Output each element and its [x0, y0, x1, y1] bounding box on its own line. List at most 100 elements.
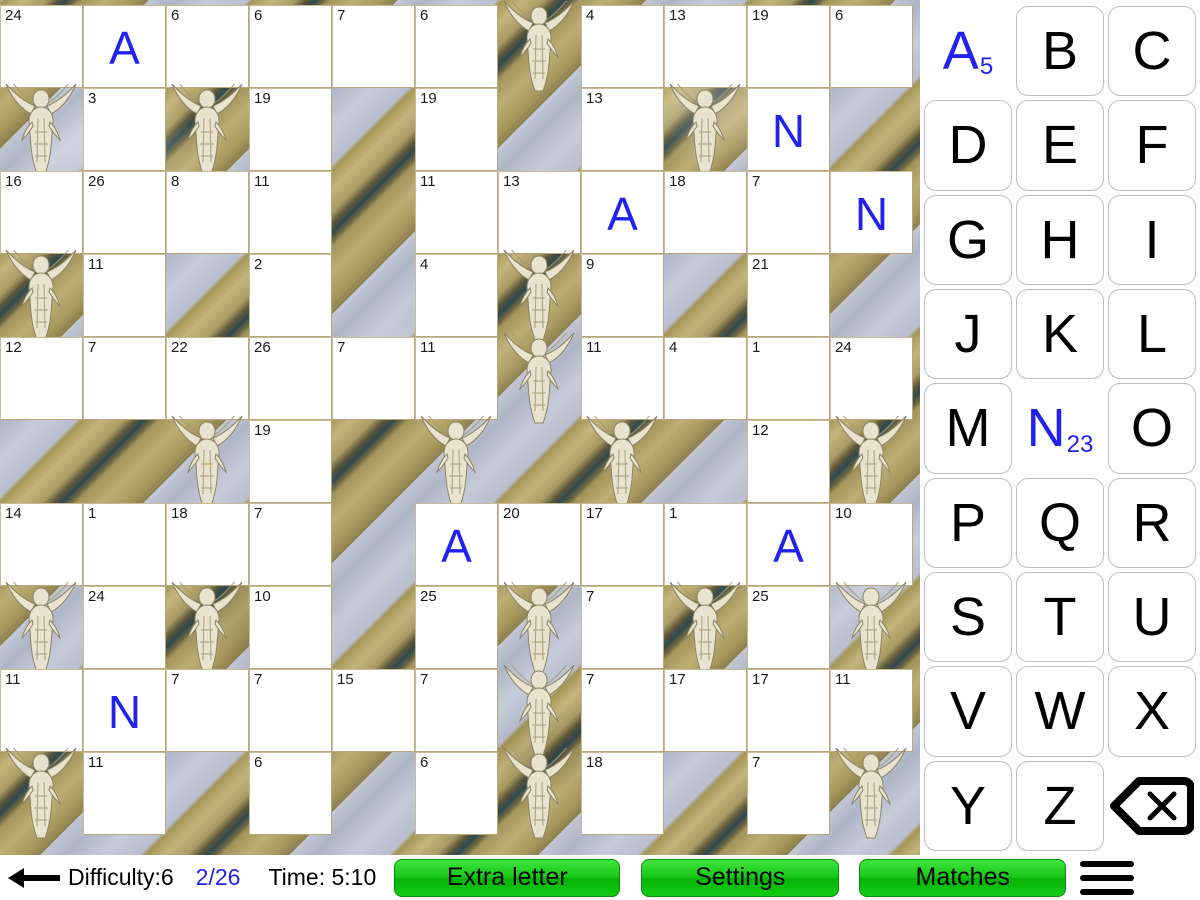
grid-cell[interactable]: 22 — [166, 337, 249, 420]
matches-button[interactable]: Matches — [859, 858, 1067, 897]
key-s[interactable]: S — [924, 572, 1012, 663]
grid-cell[interactable]: 15 — [332, 669, 415, 752]
settings-button[interactable]: Settings — [641, 858, 840, 897]
key-i[interactable]: I — [1108, 194, 1196, 285]
grid-cell[interactable]: 1 — [664, 503, 747, 586]
grid-cell[interactable]: N — [83, 669, 166, 752]
key-h[interactable]: H — [1016, 194, 1104, 285]
grid-cell[interactable]: 25 — [747, 586, 830, 669]
key-z[interactable]: Z — [1016, 760, 1104, 851]
grid-cell[interactable]: A — [581, 171, 664, 254]
grid-cell[interactable]: 7 — [415, 669, 498, 752]
grid-cell[interactable]: 6 — [830, 5, 913, 88]
grid-cell[interactable]: 11 — [0, 669, 83, 752]
key-w[interactable]: W — [1016, 666, 1104, 757]
key-o[interactable]: O — [1108, 383, 1196, 474]
key-t[interactable]: T — [1016, 572, 1104, 663]
grid-cell[interactable]: 11 — [249, 171, 332, 254]
grid-cell[interactable]: 19 — [249, 420, 332, 503]
grid-cell[interactable]: 11 — [415, 337, 498, 420]
grid-cell[interactable]: N — [830, 171, 913, 254]
letter-keyboard[interactable]: A 5 B C D E F G H I J K L M N 23 O P Q R S T U V W X Y Z — [920, 0, 1200, 855]
grid-cell[interactable]: 17 — [747, 669, 830, 752]
grid-cell[interactable]: 7 — [83, 337, 166, 420]
grid-cell[interactable]: 17 — [664, 669, 747, 752]
grid-cell[interactable]: A — [415, 503, 498, 586]
grid-cell[interactable]: 13 — [498, 171, 581, 254]
grid-cell[interactable]: 14 — [0, 503, 83, 586]
grid-cell[interactable]: 4 — [664, 337, 747, 420]
grid-cell[interactable]: 11 — [581, 337, 664, 420]
key-c[interactable]: C — [1108, 6, 1196, 97]
grid-cell[interactable]: 10 — [830, 503, 913, 586]
grid-cell[interactable]: 7 — [747, 752, 830, 835]
grid-cell[interactable]: 7 — [332, 5, 415, 88]
key-m[interactable]: M — [924, 383, 1012, 474]
grid-cell[interactable]: 18 — [581, 752, 664, 835]
key-a[interactable]: A5 — [924, 6, 1012, 97]
grid-cell[interactable]: 18 — [166, 503, 249, 586]
grid-cell[interactable]: 7 — [166, 669, 249, 752]
key-k[interactable]: K — [1016, 289, 1104, 380]
grid-cell[interactable]: 4 — [415, 254, 498, 337]
key-u[interactable]: U — [1108, 572, 1196, 663]
grid-cell[interactable]: 11 — [83, 752, 166, 835]
key-j[interactable]: J — [924, 289, 1012, 380]
key-y[interactable]: Y — [924, 760, 1012, 851]
grid-cell[interactable]: 1 — [83, 503, 166, 586]
key-x[interactable]: X — [1108, 666, 1196, 757]
grid-cell[interactable]: 6 — [415, 5, 498, 88]
grid-cell[interactable]: 12 — [747, 420, 830, 503]
key-r[interactable]: R — [1108, 477, 1196, 568]
grid-cell[interactable]: 2 — [249, 254, 332, 337]
grid-cell[interactable]: 24 — [830, 337, 913, 420]
grid-cell[interactable]: A — [747, 503, 830, 586]
puzzle-grid[interactable]: 24 A 6 6 7 6 4 13 19 6 3 19 19 13 N 16 26 8 11 11 13 A 18 7 N 11 2… — [0, 1, 920, 839]
extra-letter-button[interactable]: Extra letter — [394, 858, 621, 897]
grid-cell[interactable]: 4 — [581, 5, 664, 88]
grid-cell[interactable]: 13 — [581, 88, 664, 171]
grid-cell[interactable]: 6 — [166, 5, 249, 88]
grid-cell[interactable]: 21 — [747, 254, 830, 337]
grid-cell[interactable]: 19 — [249, 88, 332, 171]
key-n[interactable]: N 23 — [1016, 383, 1104, 474]
grid-cell[interactable]: 19 — [747, 5, 830, 88]
grid-cell[interactable]: 11 — [830, 669, 913, 752]
grid-cell[interactable]: 17 — [581, 503, 664, 586]
back-arrow-icon[interactable] — [6, 865, 62, 891]
key-b[interactable]: B — [1016, 6, 1104, 97]
grid-cell[interactable]: 26 — [249, 337, 332, 420]
grid-cell[interactable]: 7 — [581, 586, 664, 669]
grid-cell[interactable]: 26 — [83, 171, 166, 254]
grid-cell[interactable]: 11 — [83, 254, 166, 337]
grid-cell[interactable]: 6 — [249, 752, 332, 835]
grid-cell[interactable]: 7 — [747, 171, 830, 254]
grid-cell[interactable]: 10 — [249, 586, 332, 669]
key-d[interactable]: D — [924, 100, 1012, 191]
grid-cell[interactable]: 19 — [415, 88, 498, 171]
grid-cell[interactable]: 9 — [581, 254, 664, 337]
key-v[interactable]: V — [924, 666, 1012, 757]
key-g[interactable]: G — [924, 194, 1012, 285]
grid-cell[interactable]: 12 — [0, 337, 83, 420]
key-e[interactable]: E — [1016, 100, 1104, 191]
grid-cell[interactable]: 18 — [664, 171, 747, 254]
grid-cell[interactable]: 6 — [415, 752, 498, 835]
grid-cell[interactable]: 24 — [0, 5, 83, 88]
grid-cell[interactable]: 6 — [249, 5, 332, 88]
backspace-key[interactable] — [1108, 760, 1196, 851]
grid-cell[interactable]: 24 — [83, 586, 166, 669]
grid-cell[interactable]: 7 — [249, 503, 332, 586]
key-f[interactable]: F — [1108, 100, 1196, 191]
grid-cell[interactable]: 7 — [332, 337, 415, 420]
grid-cell[interactable]: 20 — [498, 503, 581, 586]
grid-cell[interactable]: A — [83, 5, 166, 88]
grid-cell[interactable]: 7 — [249, 669, 332, 752]
hamburger-menu-icon[interactable] — [1080, 860, 1135, 895]
grid-cell[interactable]: 16 — [0, 171, 83, 254]
grid-cell[interactable]: 11 — [415, 171, 498, 254]
key-p[interactable]: P — [924, 477, 1012, 568]
grid-cell[interactable]: 1 — [747, 337, 830, 420]
grid-cell[interactable]: 8 — [166, 171, 249, 254]
grid-cell[interactable]: 7 — [581, 669, 664, 752]
